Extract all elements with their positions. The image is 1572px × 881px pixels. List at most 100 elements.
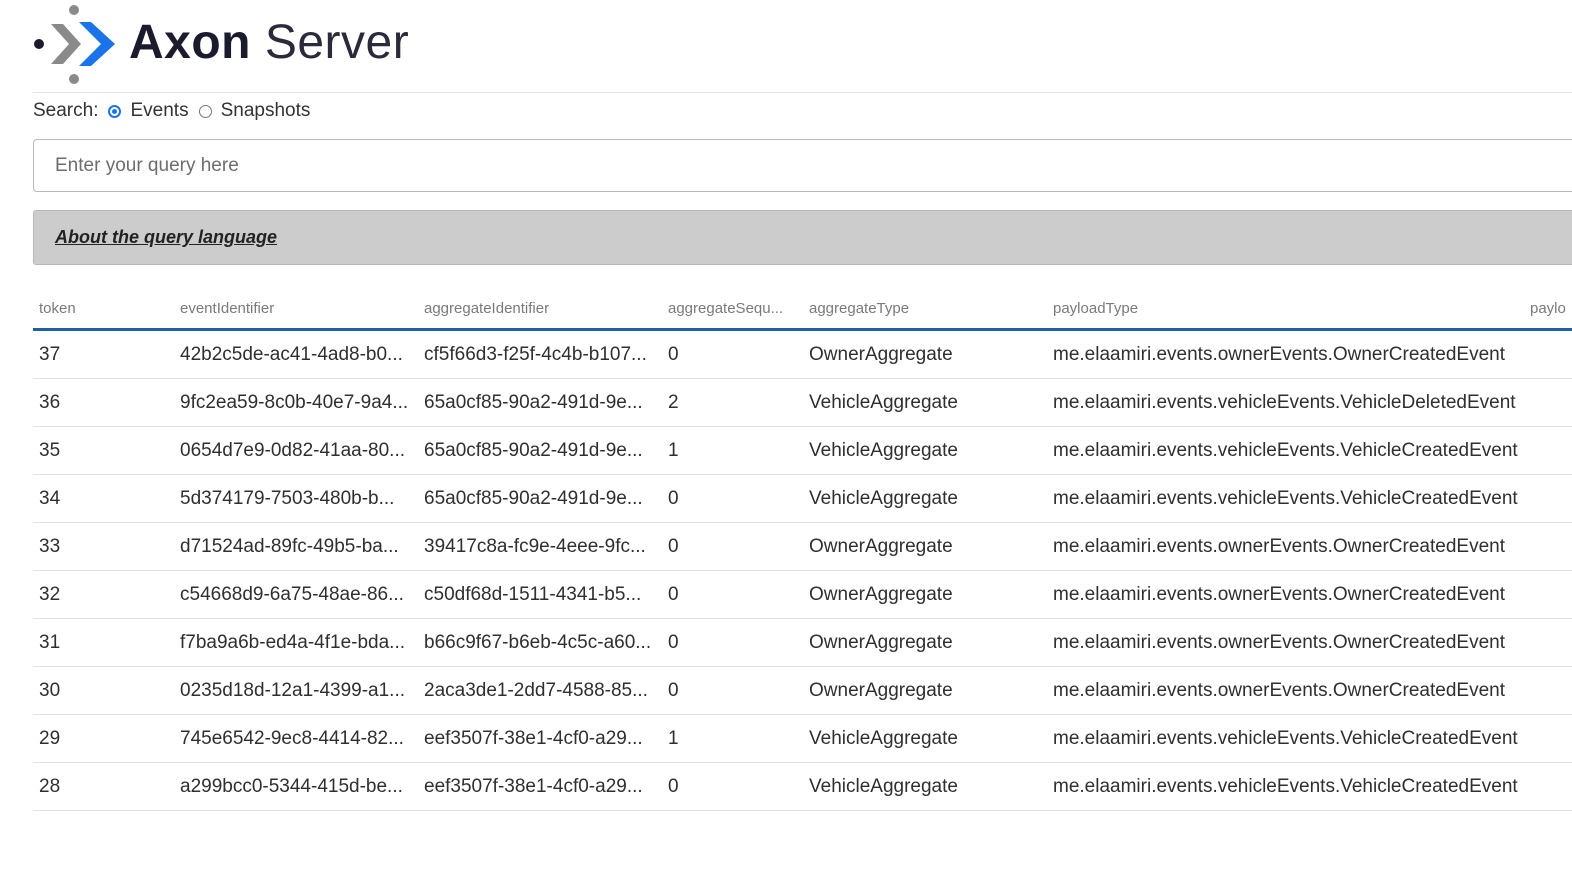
cell-aggregate-sequence: 0	[662, 618, 803, 667]
table-row[interactable]: 35 0654d7e9-0d82-41aa-80... 65a0cf85-90a…	[33, 426, 1572, 475]
cell-aggregate-sequence: 0	[662, 762, 803, 811]
cell-aggregate-identifier: eef3507f-38e1-4cf0-a29...	[418, 714, 662, 763]
column-header-aggregate-identifier[interactable]: aggregateIdentifier	[418, 288, 662, 331]
cell-payload-type: me.elaamiri.events.vehicleEvents.Vehicle…	[1047, 714, 1524, 763]
app-header: Axon Server	[33, 0, 1572, 93]
cell-payload	[1524, 570, 1572, 619]
column-header-payload[interactable]: paylo	[1524, 288, 1572, 331]
cell-aggregate-type: VehicleAggregate	[803, 714, 1047, 763]
cell-aggregate-type: OwnerAggregate	[803, 666, 1047, 715]
table-row[interactable]: 36 9fc2ea59-8c0b-40e7-9a4... 65a0cf85-90…	[33, 378, 1572, 427]
search-type-selector: Search: Events Snapshots	[33, 98, 310, 124]
cell-aggregate-sequence: 1	[662, 714, 803, 763]
table-row[interactable]: 32 c54668d9-6a75-48ae-86... c50df68d-151…	[33, 570, 1572, 619]
query-language-info-bar: About the query language	[33, 210, 1572, 265]
snapshots-radio[interactable]	[198, 104, 212, 118]
cell-payload-type: me.elaamiri.events.vehicleEvents.Vehicle…	[1047, 378, 1524, 427]
cell-event-identifier: c54668d9-6a75-48ae-86...	[174, 570, 418, 619]
cell-payload	[1524, 762, 1572, 811]
cell-payload-type: me.elaamiri.events.ownerEvents.OwnerCrea…	[1047, 522, 1524, 571]
cell-payload	[1524, 522, 1572, 571]
column-header-token[interactable]: token	[33, 288, 174, 331]
cell-token: 33	[33, 522, 174, 571]
events-radio[interactable]	[108, 104, 122, 118]
cell-payload	[1524, 666, 1572, 715]
page: Axon Server Search: Events Snapshots Abo…	[0, 0, 1572, 881]
cell-token: 32	[33, 570, 174, 619]
app-title-light: Server	[264, 16, 410, 69]
table-row[interactable]: 34 5d374179-7503-480b-b... 65a0cf85-90a2…	[33, 474, 1572, 523]
cell-event-identifier: 0235d18d-12a1-4399-a1...	[174, 666, 418, 715]
app-title-bold: Axon	[129, 16, 251, 69]
cell-event-identifier: 5d374179-7503-480b-b...	[174, 474, 418, 523]
cell-payload	[1524, 426, 1572, 475]
table-row[interactable]: 29 745e6542-9ec8-4414-82... eef3507f-38e…	[33, 714, 1572, 763]
axon-logo-icon	[34, 5, 115, 84]
cell-event-identifier: 9fc2ea59-8c0b-40e7-9a4...	[174, 378, 418, 427]
cell-aggregate-sequence: 2	[662, 378, 803, 427]
cell-aggregate-identifier: c50df68d-1511-4341-b5...	[418, 570, 662, 619]
column-header-aggregate-sequence[interactable]: aggregateSequ...	[662, 288, 803, 331]
results-table-container: token eventIdentifier aggregateIdentifie…	[33, 288, 1572, 811]
cell-token: 31	[33, 618, 174, 667]
cell-token: 28	[33, 762, 174, 811]
table-row[interactable]: 31 f7ba9a6b-ed4a-4f1e-bda... b66c9f67-b6…	[33, 618, 1572, 667]
cell-aggregate-identifier: eef3507f-38e1-4cf0-a29...	[418, 762, 662, 811]
cell-payload-type: me.elaamiri.events.ownerEvents.OwnerCrea…	[1047, 618, 1524, 667]
column-header-aggregate-type[interactable]: aggregateType	[803, 288, 1047, 331]
table-row[interactable]: 28 a299bcc0-5344-415d-be... eef3507f-38e…	[33, 762, 1572, 811]
cell-event-identifier: d71524ad-89fc-49b5-ba...	[174, 522, 418, 571]
cell-event-identifier: f7ba9a6b-ed4a-4f1e-bda...	[174, 618, 418, 667]
snapshots-radio-label: Snapshots	[220, 100, 311, 121]
cell-aggregate-type: OwnerAggregate	[803, 570, 1047, 619]
table-header-row: token eventIdentifier aggregateIdentifie…	[33, 288, 1572, 331]
cell-aggregate-sequence: 1	[662, 426, 803, 475]
cell-payload-type: me.elaamiri.events.vehicleEvents.Vehicle…	[1047, 426, 1524, 475]
table-body: 37 42b2c5de-ac41-4ad8-b0... cf5f66d3-f25…	[33, 329, 1572, 811]
cell-aggregate-type: OwnerAggregate	[803, 522, 1047, 571]
table-row[interactable]: 33 d71524ad-89fc-49b5-ba... 39417c8a-fc9…	[33, 522, 1572, 571]
cell-aggregate-identifier: cf5f66d3-f25f-4c4b-b107...	[418, 329, 662, 379]
cell-token: 30	[33, 666, 174, 715]
cell-payload-type: me.elaamiri.events.ownerEvents.OwnerCrea…	[1047, 666, 1524, 715]
cell-aggregate-type: OwnerAggregate	[803, 329, 1047, 379]
cell-aggregate-identifier: 65a0cf85-90a2-491d-9e...	[418, 426, 662, 475]
search-label: Search:	[33, 100, 99, 121]
about-query-language-link[interactable]: About the query language	[55, 227, 277, 248]
search-option-snapshots[interactable]: Snapshots	[198, 100, 311, 122]
cell-event-identifier: 745e6542-9ec8-4414-82...	[174, 714, 418, 763]
cell-aggregate-identifier: 39417c8a-fc9e-4eee-9fc...	[418, 522, 662, 571]
cell-aggregate-identifier: 65a0cf85-90a2-491d-9e...	[418, 474, 662, 523]
column-header-event-identifier[interactable]: eventIdentifier	[174, 288, 418, 331]
cell-aggregate-sequence: 0	[662, 666, 803, 715]
cell-aggregate-type: VehicleAggregate	[803, 474, 1047, 523]
cell-aggregate-type: OwnerAggregate	[803, 618, 1047, 667]
cell-token: 35	[33, 426, 174, 475]
cell-payload-type: me.elaamiri.events.ownerEvents.OwnerCrea…	[1047, 570, 1524, 619]
table-row[interactable]: 30 0235d18d-12a1-4399-a1... 2aca3de1-2dd…	[33, 666, 1572, 715]
cell-aggregate-identifier: b66c9f67-b6eb-4c5c-a60...	[418, 618, 662, 667]
cell-aggregate-identifier: 2aca3de1-2dd7-4588-85...	[418, 666, 662, 715]
cell-token: 37	[33, 329, 174, 379]
cell-payload-type: me.elaamiri.events.ownerEvents.OwnerCrea…	[1047, 329, 1524, 379]
cell-payload	[1524, 378, 1572, 427]
search-option-events[interactable]: Events	[108, 100, 189, 122]
table-row[interactable]: 37 42b2c5de-ac41-4ad8-b0... cf5f66d3-f25…	[33, 329, 1572, 379]
column-header-payload-type[interactable]: payloadType	[1047, 288, 1524, 331]
events-radio-label: Events	[130, 100, 189, 121]
cell-aggregate-sequence: 0	[662, 474, 803, 523]
cell-payload	[1524, 618, 1572, 667]
cell-event-identifier: 0654d7e9-0d82-41aa-80...	[174, 426, 418, 475]
cell-aggregate-sequence: 0	[662, 570, 803, 619]
cell-aggregate-type: VehicleAggregate	[803, 426, 1047, 475]
cell-aggregate-type: VehicleAggregate	[803, 378, 1047, 427]
cell-aggregate-sequence: 0	[662, 522, 803, 571]
cell-payload-type: me.elaamiri.events.vehicleEvents.Vehicle…	[1047, 474, 1524, 523]
cell-payload	[1524, 474, 1572, 523]
cell-aggregate-type: VehicleAggregate	[803, 762, 1047, 811]
cell-aggregate-sequence: 0	[662, 329, 803, 379]
cell-event-identifier: a299bcc0-5344-415d-be...	[174, 762, 418, 811]
app-title: Axon Server	[129, 14, 409, 72]
query-input[interactable]	[33, 139, 1572, 192]
results-table: token eventIdentifier aggregateIdentifie…	[33, 288, 1572, 811]
